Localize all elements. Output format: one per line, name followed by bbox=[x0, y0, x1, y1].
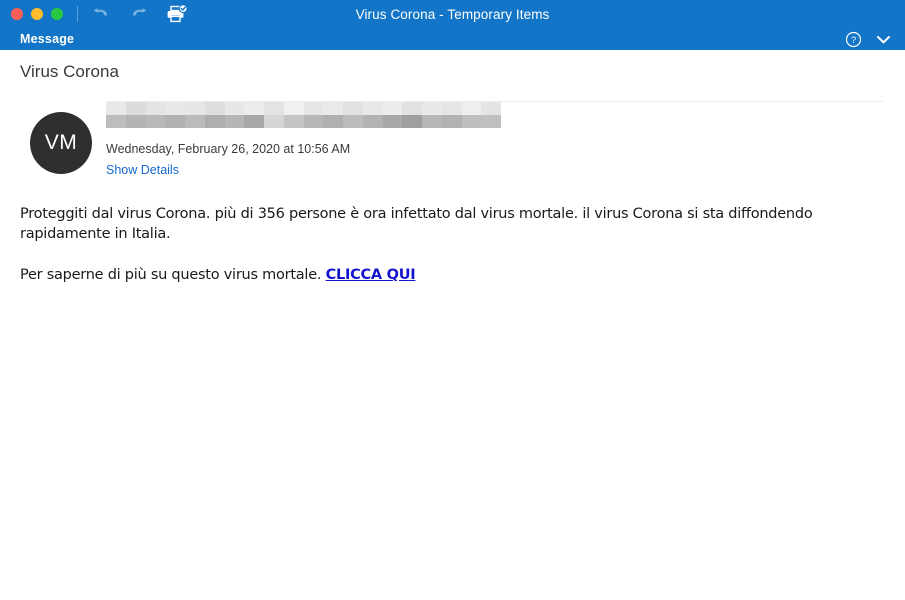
redaction-block bbox=[362, 115, 383, 128]
redaction-block bbox=[283, 102, 304, 115]
redaction-block bbox=[362, 102, 383, 115]
redaction-block bbox=[165, 115, 185, 128]
avatar: VM bbox=[30, 112, 92, 174]
redaction-block bbox=[303, 102, 324, 115]
toolbar-icon-group bbox=[90, 3, 188, 25]
redaction-block bbox=[303, 115, 324, 128]
ribbon-right-controls: ? bbox=[845, 28, 891, 50]
show-details-link[interactable]: Show Details bbox=[106, 163, 179, 177]
message-meta: Wednesday, February 26, 2020 at 10:56 AM… bbox=[106, 98, 905, 179]
redaction-block bbox=[481, 115, 501, 128]
clicca-qui-link[interactable]: CLICCA QUI bbox=[326, 267, 416, 283]
body-paragraph-1: Proteggiti dal virus Corona. più di 356 … bbox=[20, 205, 885, 244]
redaction-block bbox=[244, 115, 264, 128]
redaction-block bbox=[343, 102, 363, 115]
redaction-block bbox=[382, 102, 403, 115]
toolbar-divider bbox=[77, 6, 78, 22]
window-titlebar: Virus Corona - Temporary Items bbox=[0, 0, 905, 28]
redaction-block bbox=[145, 115, 166, 128]
redaction-block bbox=[204, 115, 225, 128]
close-window-button[interactable] bbox=[11, 8, 23, 20]
redaction-block bbox=[461, 102, 482, 115]
redaction-row-1 bbox=[106, 102, 501, 115]
body-paragraph-1-text: Proteggiti dal virus Corona. più di 356 … bbox=[20, 206, 813, 242]
redaction-block bbox=[323, 115, 343, 128]
redaction-block bbox=[422, 102, 442, 115]
redaction-block bbox=[402, 115, 422, 128]
chevron-down-icon[interactable] bbox=[876, 34, 891, 45]
redaction-block bbox=[264, 115, 284, 128]
help-circle-icon[interactable]: ? bbox=[845, 31, 862, 48]
message-body: Proteggiti dal virus Corona. più di 356 … bbox=[0, 205, 905, 286]
redaction-block bbox=[204, 102, 225, 115]
redaction-block bbox=[283, 115, 304, 128]
redaction-block bbox=[461, 115, 482, 128]
redaction-block bbox=[343, 115, 363, 128]
body-paragraph-2: Per saperne di più su questo virus morta… bbox=[20, 266, 885, 286]
redaction-block bbox=[125, 102, 146, 115]
undo-icon[interactable] bbox=[90, 3, 112, 25]
redaction-block bbox=[264, 102, 284, 115]
redaction-block bbox=[106, 102, 126, 115]
message-date: Wednesday, February 26, 2020 at 10:56 AM bbox=[106, 142, 351, 156]
redaction-block bbox=[185, 102, 205, 115]
redaction-block bbox=[422, 115, 442, 128]
redaction-block bbox=[323, 102, 343, 115]
page-title: Virus Corona bbox=[20, 62, 119, 81]
redaction-block bbox=[481, 102, 501, 115]
message-header: VM Wednesday, February 26, 2020 at 10:56… bbox=[0, 82, 905, 179]
redaction-block bbox=[441, 115, 462, 128]
redaction-block bbox=[106, 115, 126, 128]
print-icon[interactable] bbox=[166, 3, 188, 25]
redaction-block bbox=[224, 102, 245, 115]
redaction-block bbox=[165, 102, 185, 115]
body-paragraph-2-text: Per saperne di più su questo virus morta… bbox=[20, 267, 326, 284]
redaction-block bbox=[441, 102, 462, 115]
redaction-block bbox=[185, 115, 205, 128]
redaction-block bbox=[402, 102, 422, 115]
traffic-light-group bbox=[0, 8, 63, 20]
redaction-block bbox=[382, 115, 403, 128]
redaction-row-2 bbox=[106, 115, 501, 128]
message-pane: Virus Corona VM Wednesday, February 26, … bbox=[0, 50, 905, 286]
ribbon-bar: Message ? bbox=[0, 28, 905, 50]
redaction-block bbox=[244, 102, 264, 115]
redaction-block bbox=[145, 102, 166, 115]
sender-redacted-block bbox=[106, 100, 905, 130]
redo-icon[interactable] bbox=[128, 3, 150, 25]
maximize-window-button[interactable] bbox=[51, 8, 63, 20]
redaction-block bbox=[125, 115, 146, 128]
minimize-window-button[interactable] bbox=[31, 8, 43, 20]
redaction-block bbox=[224, 115, 245, 128]
redaction-rows bbox=[106, 102, 501, 129]
svg-text:?: ? bbox=[851, 35, 856, 46]
tab-message[interactable]: Message bbox=[0, 32, 74, 46]
